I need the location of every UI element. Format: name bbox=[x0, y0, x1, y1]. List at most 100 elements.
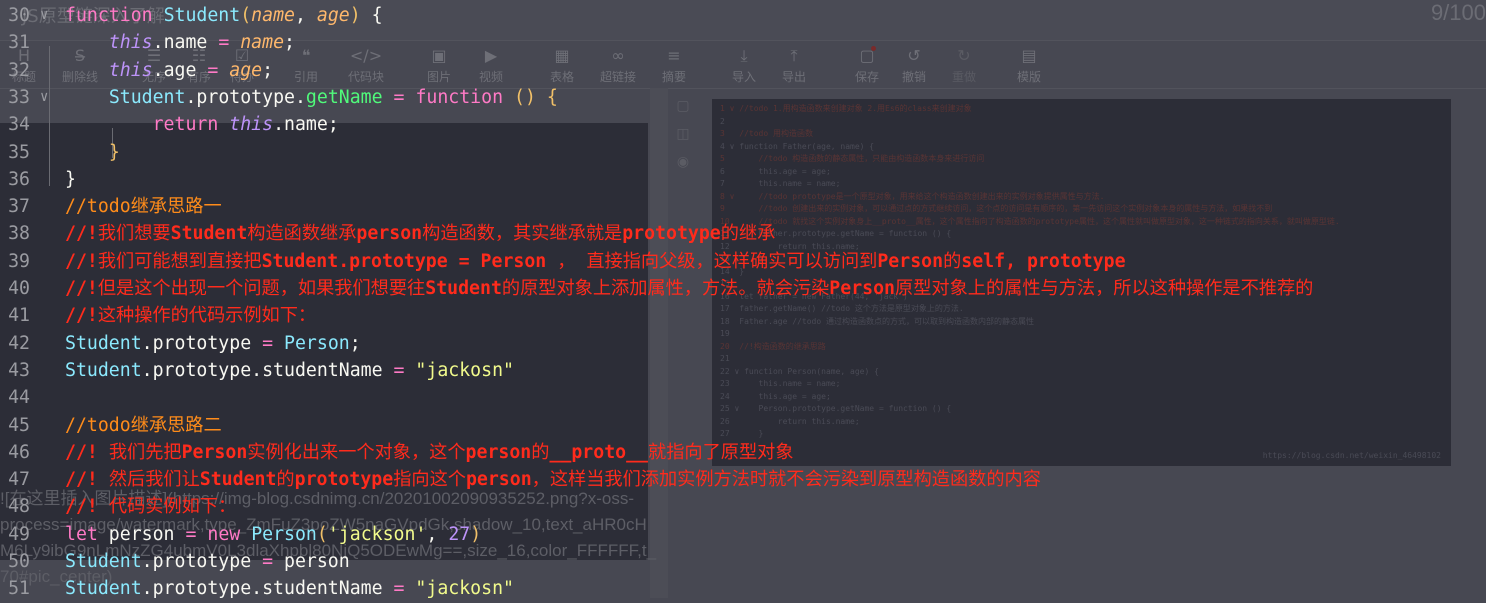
code-token-op: = bbox=[207, 59, 219, 81]
code-token-cls: Student bbox=[108, 86, 186, 108]
code-token-pl2: .prototype bbox=[141, 551, 263, 572]
code-line: this.name = name; bbox=[65, 29, 295, 56]
line-number: 47 bbox=[8, 469, 30, 491]
code-token-warn: 指向这个 bbox=[393, 469, 466, 491]
line-number: 40 bbox=[8, 278, 30, 299]
toolbar-link-button[interactable]: ∞ 超链接 bbox=[594, 46, 642, 85]
toolbar-import-button[interactable]: ⤓ 导入 bbox=[720, 46, 768, 85]
toolbar-image-button[interactable]: ▣ 图片 bbox=[415, 46, 463, 85]
code-line: //! 然后我们让Student的prototype指向这个person，这样当… bbox=[65, 466, 1041, 493]
watermark: https://blog.csdn.net/weixin_46498102 bbox=[1262, 450, 1441, 460]
fold-chevron-icon[interactable]: ∨ bbox=[40, 84, 48, 111]
toolbar-template-button[interactable]: ▤ 模版 bbox=[1005, 46, 1053, 85]
code-token-pl2 bbox=[65, 142, 109, 163]
preview-code-line: 3 //todo 用构造函数 bbox=[720, 129, 813, 138]
code-token-brk: ( bbox=[316, 523, 328, 545]
code-token-warnb: person bbox=[356, 223, 423, 245]
code-token-cls: Person bbox=[251, 523, 317, 545]
code-token-pl2 bbox=[536, 87, 547, 108]
preview-code-line: 18 Father.age //todo 通过构造函数点的方式，可以取到构造函数… bbox=[720, 316, 1034, 326]
code-token-pl2 bbox=[404, 578, 415, 599]
code-token-op: = bbox=[185, 523, 197, 545]
code-token-str: 'jackson' bbox=[327, 523, 427, 545]
code-token-brk: ) bbox=[470, 523, 482, 545]
code-token-brk: } bbox=[108, 141, 120, 163]
toolbar-label: 撤销 bbox=[901, 70, 926, 84]
line-number: 45 bbox=[8, 414, 30, 436]
preview-code-line: 10 //todo 就找这个实例对象身上__proto__属性，这个属性指向了构… bbox=[720, 216, 1340, 226]
code-token-warn: 的 bbox=[276, 469, 295, 491]
toolbar-table-button[interactable]: ▦ 表格 bbox=[538, 46, 586, 85]
code-token-warnb: //! bbox=[65, 441, 109, 463]
code-token-warn: 但是这个出现一个问题，如果我们想要往 bbox=[97, 278, 426, 299]
save-icon: ▢ bbox=[859, 46, 875, 65]
line-number: 42 bbox=[8, 332, 30, 354]
code-token-warn: 我们先把 bbox=[108, 441, 182, 463]
layout-icon[interactable]: ▢ bbox=[672, 92, 694, 120]
toolbar-label: 超链接 bbox=[599, 70, 636, 84]
preview-code-line: 2 bbox=[720, 116, 725, 126]
fold-chevron-icon[interactable]: ∨ bbox=[40, 2, 48, 29]
toolbar-save-button[interactable]: ▢ 保存 bbox=[843, 46, 891, 85]
code-block-icon: </> bbox=[349, 46, 383, 65]
code-token-pl2: .prototype bbox=[141, 332, 263, 354]
code-token-param: age bbox=[229, 59, 263, 81]
preview-code-line: 22 ∨ function Person(name, age) { bbox=[720, 366, 879, 376]
line-number: 30 bbox=[8, 5, 30, 26]
code-token-pl2: .prototype. bbox=[185, 86, 306, 108]
split-view-icon[interactable]: ◫ bbox=[672, 120, 694, 148]
code-token-pl2: { bbox=[360, 5, 383, 26]
code-token-warn: 的原型对象上添加属性，方法。就会污染 bbox=[501, 278, 830, 299]
code-token-param: name bbox=[240, 32, 285, 54]
code-line: return this.name; bbox=[65, 111, 339, 138]
line-number: 43 bbox=[8, 359, 30, 381]
code-token-op: = bbox=[262, 332, 274, 354]
toolbar-export-button[interactable]: ⤒ 导出 bbox=[770, 46, 818, 85]
code-token-pl2: person bbox=[273, 551, 350, 572]
code-token-warn: 我们想要 bbox=[97, 223, 171, 245]
code-line: Student.prototype.studentName = "jackosn… bbox=[65, 357, 514, 384]
code-token-warnb: person bbox=[465, 441, 532, 463]
code-line: //! 我们先把Person实例化出来一个对象，这个person的__proto… bbox=[65, 439, 794, 466]
toolbar-video-button[interactable]: ▶ 视频 bbox=[467, 46, 515, 85]
preview-code-line: 20 //!构造函数的继承思路 bbox=[720, 341, 826, 351]
preview-code-line: 6 this.age = age; bbox=[720, 166, 831, 176]
preview-code-line: 25 ∨ Person.prototype.getName = function… bbox=[720, 404, 952, 413]
eye-icon[interactable]: ◉ bbox=[672, 148, 694, 176]
code-editor-overlay: 30 ∨ function Student(name, age) { 31 this.… bbox=[0, 2, 1313, 599]
code-token-this: this bbox=[108, 32, 153, 54]
toolbar-label: 模版 bbox=[1016, 70, 1041, 84]
code-line: Student.prototype.getName = function () … bbox=[65, 84, 558, 111]
toolbar-label: 图片 bbox=[426, 70, 451, 84]
toolbar-summary-button[interactable]: ≡ 摘要 bbox=[650, 46, 698, 85]
code-token-pl2 bbox=[196, 524, 207, 545]
preview-side-icons: ▢ ◫ ◉ bbox=[672, 92, 694, 176]
code-token-pl2: , bbox=[426, 523, 449, 545]
code-token-warnb: //! bbox=[65, 278, 98, 299]
preview-code-line: 7 this.name = name; bbox=[720, 179, 841, 188]
toolbar-redo-button[interactable]: ↻ 重做 bbox=[940, 46, 988, 85]
code-line: function Student(name, age) { bbox=[65, 2, 383, 29]
code-token-pl2: .name bbox=[152, 32, 219, 54]
code-token-param: name bbox=[251, 5, 295, 26]
code-token-kw: return bbox=[152, 114, 219, 136]
code-token-str: "jackosn" bbox=[415, 359, 514, 381]
line-number: 46 bbox=[8, 441, 30, 463]
code-token-warnb: //! bbox=[65, 305, 98, 327]
code-token-todo: //todo继承思路一 bbox=[65, 196, 222, 218]
line-number: 38 bbox=[8, 223, 30, 245]
line-number: 36 bbox=[8, 168, 30, 190]
toolbar-label: 视频 bbox=[478, 70, 503, 84]
toolbar-code-block-button[interactable]: </> 代码块 bbox=[342, 46, 390, 85]
code-token-cls: Student bbox=[163, 5, 241, 26]
title-char-count: 9/100 bbox=[1430, 0, 1486, 25]
code-token-warnb: person bbox=[465, 469, 532, 491]
toolbar-label: 引用 bbox=[293, 70, 318, 84]
code-token-warn: 这种操作的代码示例如下： bbox=[97, 305, 317, 327]
toolbar-label: 保存 bbox=[854, 70, 879, 84]
code-token-param: age bbox=[316, 5, 350, 26]
code-token-warnb: prototype bbox=[622, 223, 721, 245]
toolbar-undo-button[interactable]: ↺ 撤销 bbox=[890, 46, 938, 85]
code-token-this: this bbox=[108, 59, 153, 81]
line-number: 31 bbox=[8, 32, 30, 54]
